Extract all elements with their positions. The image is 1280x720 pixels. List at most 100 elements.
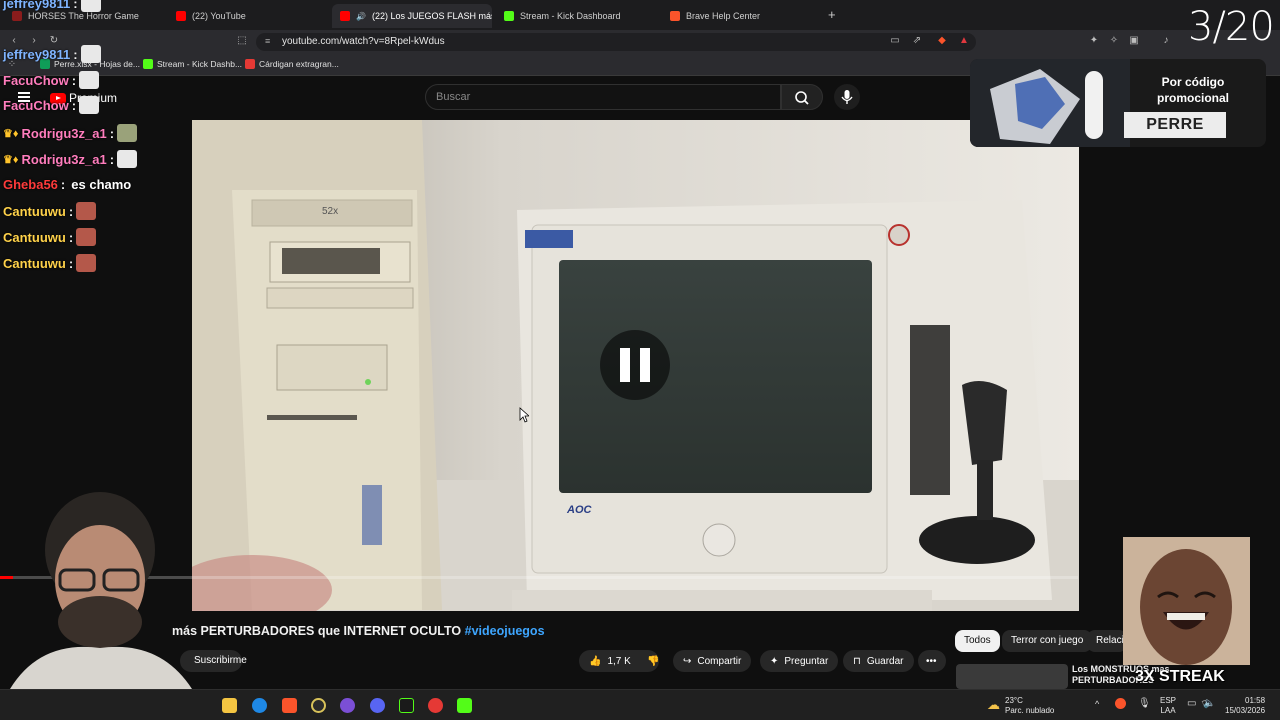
chat-username: jeffrey9811 <box>3 0 71 11</box>
chat-colon: : <box>68 229 74 245</box>
bookmark-icon[interactable]: ⬚ <box>236 35 248 47</box>
lang-top: ESP <box>1160 696 1177 705</box>
site-info-icon[interactable]: ≡ <box>265 36 270 46</box>
microphone-tray-icon[interactable]: 🎙 <box>1138 698 1151 709</box>
brave-favicon-icon <box>670 11 680 21</box>
terminal-icon[interactable] <box>399 698 414 713</box>
microphone-icon <box>841 90 853 104</box>
promo-label: Por código promocional <box>1156 75 1229 105</box>
tab-youtube[interactable]: (22) YouTube <box>168 4 328 28</box>
chat-username: Rodrigu3z_a1 <box>21 151 107 167</box>
video-title: más PERTURBADORES que INTERNET OCULTO #v… <box>172 624 545 638</box>
brave-icon[interactable] <box>282 698 297 713</box>
chat-emote-icon <box>80 0 101 12</box>
kick-icon <box>143 59 153 69</box>
tab-label: (22) Los JUEGOS FLASH más <box>371 11 492 21</box>
chat-username: Rodrigu3z_a1 <box>21 125 107 141</box>
extension-icon[interactable]: ✦ <box>1088 35 1100 47</box>
brave-rewards-icon[interactable]: ▲ <box>958 35 970 47</box>
search-icon <box>795 91 809 105</box>
crown-badge-icon: ♛♦ <box>3 153 19 166</box>
chat-emote-icon <box>76 254 97 272</box>
chat-colon: : <box>68 255 74 271</box>
voice-search-button[interactable] <box>834 84 860 110</box>
share-page-icon[interactable]: ⇗ <box>911 35 923 47</box>
bookmark-save-icon: ⊓ <box>853 655 861 667</box>
thumbs-up-icon: 👍 <box>589 655 602 667</box>
share-label: Compartir <box>697 655 742 667</box>
save-button[interactable]: ⊓ Guardar <box>843 650 914 672</box>
ask-button[interactable]: ✦ Preguntar <box>760 650 839 672</box>
discord-icon[interactable] <box>370 698 385 713</box>
obs-icon[interactable] <box>311 698 326 713</box>
volume-icon[interactable]: 🔈 <box>1203 698 1215 709</box>
wallet-icon[interactable]: ▣ <box>1128 35 1140 47</box>
puzzle-icon[interactable]: ✧ <box>1108 35 1120 47</box>
weather-widget[interactable]: 23°C Parc. nublado <box>1005 696 1054 716</box>
tab-kick-dashboard[interactable]: Stream - Kick Dashboard <box>496 4 660 28</box>
bookmark-cardigan[interactable]: Cárdigan extragran... <box>245 59 339 69</box>
tray-app-icon[interactable] <box>1115 698 1126 709</box>
weather-icon[interactable]: ☁ <box>987 697 1000 713</box>
chip-related[interactable]: Relacio <box>1087 630 1127 652</box>
chat-emote-icon <box>79 71 100 89</box>
chat-emote-icon <box>79 96 100 114</box>
brave-shields-icon[interactable]: ◆ <box>936 35 948 47</box>
dislike-button[interactable]: 👎 <box>637 650 667 672</box>
tab-label: Stream - Kick Dashboard <box>520 11 621 21</box>
chat-username: jeffrey9811 <box>3 46 71 62</box>
like-count: 1,7 K <box>607 655 631 667</box>
youtube-favicon-icon <box>340 11 350 21</box>
share-button[interactable]: ↪ Compartir <box>673 650 752 672</box>
chip-terror[interactable]: Terror con juego <box>1002 630 1093 652</box>
drive-speed-label: 52x <box>322 206 339 217</box>
chat-colon: : <box>71 97 77 113</box>
language-indicator[interactable]: ESP LAA <box>1160 696 1176 716</box>
display-icon[interactable]: ▭ <box>1187 698 1196 709</box>
weather-temp: 23°C <box>1005 696 1023 705</box>
share-icon: ↪ <box>683 655 692 667</box>
video-hashtag[interactable]: #videojuegos <box>465 624 545 638</box>
chat-username: Cantuuwu <box>3 229 66 245</box>
tray-chevron-icon[interactable]: ^ <box>1095 699 1099 709</box>
chat-message: FacuChow: <box>3 71 100 89</box>
mouse-cursor-icon <box>519 407 529 423</box>
monitor-brand-label: AOC <box>567 504 592 516</box>
edge-icon[interactable] <box>252 698 267 713</box>
bookmark-kick-dashboard[interactable]: Stream - Kick Dashb... <box>143 59 242 69</box>
chat-username: Cantuuwu <box>3 255 66 271</box>
search-input[interactable]: Buscar <box>425 84 781 110</box>
file-explorer-icon[interactable] <box>222 698 237 713</box>
chat-emote-icon <box>76 228 97 246</box>
pause-button[interactable] <box>600 330 670 400</box>
streak-label: 3X STREAK <box>1135 668 1225 685</box>
recommended-thumbnail[interactable] <box>956 664 1068 689</box>
url-text: youtube.com/watch?v=8Rpel-kWdus <box>282 36 445 47</box>
search-button[interactable] <box>781 84 823 110</box>
chip-all[interactable]: Todos <box>955 630 1000 652</box>
more-actions-button[interactable]: ••• <box>918 650 946 672</box>
music-icon[interactable]: ♪ <box>1160 35 1172 47</box>
cast-icon[interactable]: ▭ <box>889 35 901 47</box>
more-icon: ••• <box>926 655 937 667</box>
laughing-face-image <box>1123 537 1250 665</box>
chat-colon: : <box>71 72 77 88</box>
chat-colon: : <box>109 125 115 141</box>
tab-youtube-video-active[interactable]: 🔊 (22) Los JUEGOS FLASH más ✕ <box>332 4 492 28</box>
twitch-app-icon[interactable] <box>340 698 355 713</box>
chat-username: Cantuuwu <box>3 203 66 219</box>
clock-time: 01:58 <box>1245 696 1266 705</box>
chrome-icon[interactable] <box>428 698 443 713</box>
clock[interactable]: 01:58 15/03/2026 <box>1225 696 1265 716</box>
new-tab-button[interactable]: + <box>828 7 836 22</box>
tab-brave-help[interactable]: Brave Help Center <box>662 4 822 28</box>
url-field[interactable]: ≡ youtube.com/watch?v=8Rpel-kWdus <box>256 33 976 51</box>
kick-app-icon[interactable] <box>457 698 472 713</box>
thumbs-down-icon: 👎 <box>647 655 660 667</box>
chat-message: jeffrey9811: <box>3 45 101 63</box>
chat-message: Cantuuwu: <box>3 254 97 272</box>
clock-date: 15/03/2026 <box>1225 706 1266 715</box>
chat-message: jeffrey9811: <box>3 0 101 12</box>
video-player[interactable]: AOC 52x <box>192 120 1079 611</box>
speaker-icon: 🔊 <box>356 11 366 21</box>
